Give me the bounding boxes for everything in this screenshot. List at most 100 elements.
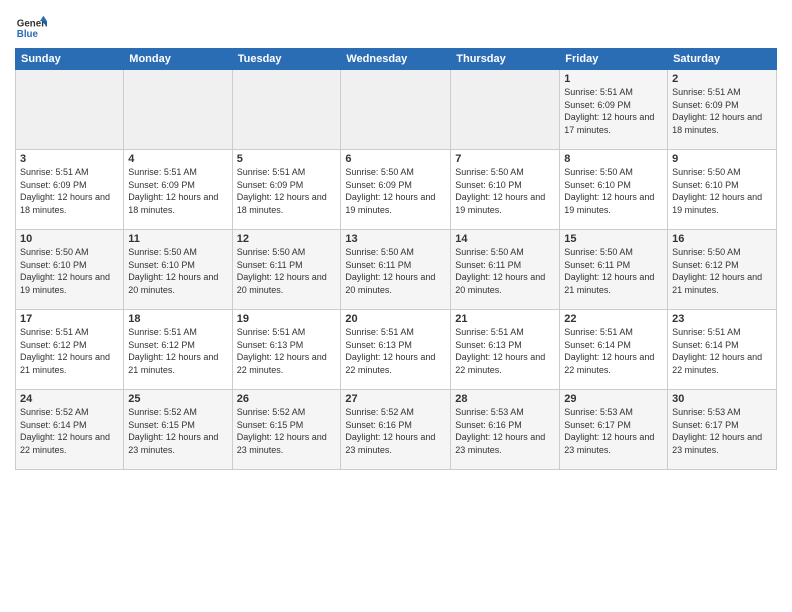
day-number: 20	[345, 313, 446, 325]
day-info: Sunrise: 5:52 AM Sunset: 6:14 PM Dayligh…	[20, 406, 119, 456]
day-info: Sunrise: 5:51 AM Sunset: 6:14 PM Dayligh…	[672, 326, 772, 376]
day-cell	[232, 70, 341, 150]
header-cell-wednesday: Wednesday	[341, 49, 451, 70]
day-cell: 3Sunrise: 5:51 AM Sunset: 6:09 PM Daylig…	[16, 150, 124, 230]
day-number: 14	[455, 233, 555, 245]
day-info: Sunrise: 5:51 AM Sunset: 6:13 PM Dayligh…	[455, 326, 555, 376]
day-number: 17	[20, 313, 119, 325]
day-number: 13	[345, 233, 446, 245]
day-number: 30	[672, 393, 772, 405]
day-number: 26	[237, 393, 337, 405]
week-row-2: 3Sunrise: 5:51 AM Sunset: 6:09 PM Daylig…	[16, 150, 777, 230]
day-number: 6	[345, 153, 446, 165]
week-row-4: 17Sunrise: 5:51 AM Sunset: 6:12 PM Dayli…	[16, 310, 777, 390]
day-cell: 1Sunrise: 5:51 AM Sunset: 6:09 PM Daylig…	[560, 70, 668, 150]
day-info: Sunrise: 5:53 AM Sunset: 6:17 PM Dayligh…	[564, 406, 663, 456]
day-info: Sunrise: 5:50 AM Sunset: 6:10 PM Dayligh…	[20, 246, 119, 296]
day-info: Sunrise: 5:51 AM Sunset: 6:09 PM Dayligh…	[20, 166, 119, 216]
day-number: 10	[20, 233, 119, 245]
day-number: 11	[128, 233, 227, 245]
day-info: Sunrise: 5:50 AM Sunset: 6:11 PM Dayligh…	[564, 246, 663, 296]
header-cell-sunday: Sunday	[16, 49, 124, 70]
day-info: Sunrise: 5:50 AM Sunset: 6:10 PM Dayligh…	[128, 246, 227, 296]
day-cell: 21Sunrise: 5:51 AM Sunset: 6:13 PM Dayli…	[451, 310, 560, 390]
day-cell: 11Sunrise: 5:50 AM Sunset: 6:10 PM Dayli…	[124, 230, 232, 310]
day-number: 12	[237, 233, 337, 245]
day-cell: 17Sunrise: 5:51 AM Sunset: 6:12 PM Dayli…	[16, 310, 124, 390]
header-cell-monday: Monday	[124, 49, 232, 70]
day-info: Sunrise: 5:50 AM Sunset: 6:10 PM Dayligh…	[564, 166, 663, 216]
day-cell: 5Sunrise: 5:51 AM Sunset: 6:09 PM Daylig…	[232, 150, 341, 230]
day-info: Sunrise: 5:50 AM Sunset: 6:09 PM Dayligh…	[345, 166, 446, 216]
day-number: 2	[672, 73, 772, 85]
day-number: 28	[455, 393, 555, 405]
header-cell-thursday: Thursday	[451, 49, 560, 70]
day-info: Sunrise: 5:50 AM Sunset: 6:10 PM Dayligh…	[455, 166, 555, 216]
day-cell: 2Sunrise: 5:51 AM Sunset: 6:09 PM Daylig…	[668, 70, 777, 150]
day-info: Sunrise: 5:51 AM Sunset: 6:09 PM Dayligh…	[672, 86, 772, 136]
header-cell-friday: Friday	[560, 49, 668, 70]
day-number: 29	[564, 393, 663, 405]
day-number: 1	[564, 73, 663, 85]
day-cell: 15Sunrise: 5:50 AM Sunset: 6:11 PM Dayli…	[560, 230, 668, 310]
day-cell: 19Sunrise: 5:51 AM Sunset: 6:13 PM Dayli…	[232, 310, 341, 390]
logo-icon: General Blue	[15, 14, 47, 46]
svg-text:Blue: Blue	[17, 29, 39, 40]
page: General Blue SundayMondayTuesdayWednesda…	[0, 0, 792, 480]
day-info: Sunrise: 5:53 AM Sunset: 6:17 PM Dayligh…	[672, 406, 772, 456]
day-number: 9	[672, 153, 772, 165]
day-info: Sunrise: 5:51 AM Sunset: 6:12 PM Dayligh…	[128, 326, 227, 376]
day-cell: 29Sunrise: 5:53 AM Sunset: 6:17 PM Dayli…	[560, 390, 668, 470]
day-info: Sunrise: 5:51 AM Sunset: 6:13 PM Dayligh…	[237, 326, 337, 376]
day-cell: 28Sunrise: 5:53 AM Sunset: 6:16 PM Dayli…	[451, 390, 560, 470]
day-number: 24	[20, 393, 119, 405]
day-cell: 16Sunrise: 5:50 AM Sunset: 6:12 PM Dayli…	[668, 230, 777, 310]
day-cell: 24Sunrise: 5:52 AM Sunset: 6:14 PM Dayli…	[16, 390, 124, 470]
day-info: Sunrise: 5:50 AM Sunset: 6:11 PM Dayligh…	[345, 246, 446, 296]
day-number: 8	[564, 153, 663, 165]
day-info: Sunrise: 5:50 AM Sunset: 6:11 PM Dayligh…	[455, 246, 555, 296]
day-cell	[124, 70, 232, 150]
day-info: Sunrise: 5:51 AM Sunset: 6:13 PM Dayligh…	[345, 326, 446, 376]
day-number: 16	[672, 233, 772, 245]
day-cell: 22Sunrise: 5:51 AM Sunset: 6:14 PM Dayli…	[560, 310, 668, 390]
day-cell: 26Sunrise: 5:52 AM Sunset: 6:15 PM Dayli…	[232, 390, 341, 470]
day-cell	[16, 70, 124, 150]
day-cell: 20Sunrise: 5:51 AM Sunset: 6:13 PM Dayli…	[341, 310, 451, 390]
day-info: Sunrise: 5:51 AM Sunset: 6:09 PM Dayligh…	[237, 166, 337, 216]
day-number: 27	[345, 393, 446, 405]
day-number: 5	[237, 153, 337, 165]
day-number: 18	[128, 313, 227, 325]
day-cell: 14Sunrise: 5:50 AM Sunset: 6:11 PM Dayli…	[451, 230, 560, 310]
day-cell: 10Sunrise: 5:50 AM Sunset: 6:10 PM Dayli…	[16, 230, 124, 310]
day-info: Sunrise: 5:51 AM Sunset: 6:09 PM Dayligh…	[564, 86, 663, 136]
day-cell: 4Sunrise: 5:51 AM Sunset: 6:09 PM Daylig…	[124, 150, 232, 230]
day-cell: 9Sunrise: 5:50 AM Sunset: 6:10 PM Daylig…	[668, 150, 777, 230]
day-info: Sunrise: 5:51 AM Sunset: 6:12 PM Dayligh…	[20, 326, 119, 376]
header-row: SundayMondayTuesdayWednesdayThursdayFrid…	[16, 49, 777, 70]
header: General Blue	[15, 10, 777, 46]
day-number: 7	[455, 153, 555, 165]
day-info: Sunrise: 5:50 AM Sunset: 6:10 PM Dayligh…	[672, 166, 772, 216]
day-number: 15	[564, 233, 663, 245]
day-info: Sunrise: 5:52 AM Sunset: 6:15 PM Dayligh…	[128, 406, 227, 456]
week-row-1: 1Sunrise: 5:51 AM Sunset: 6:09 PM Daylig…	[16, 70, 777, 150]
week-row-3: 10Sunrise: 5:50 AM Sunset: 6:10 PM Dayli…	[16, 230, 777, 310]
day-number: 25	[128, 393, 227, 405]
day-info: Sunrise: 5:52 AM Sunset: 6:16 PM Dayligh…	[345, 406, 446, 456]
day-number: 4	[128, 153, 227, 165]
day-cell: 27Sunrise: 5:52 AM Sunset: 6:16 PM Dayli…	[341, 390, 451, 470]
day-cell: 23Sunrise: 5:51 AM Sunset: 6:14 PM Dayli…	[668, 310, 777, 390]
calendar-table: SundayMondayTuesdayWednesdayThursdayFrid…	[15, 48, 777, 470]
day-cell: 8Sunrise: 5:50 AM Sunset: 6:10 PM Daylig…	[560, 150, 668, 230]
day-number: 3	[20, 153, 119, 165]
day-cell: 12Sunrise: 5:50 AM Sunset: 6:11 PM Dayli…	[232, 230, 341, 310]
week-row-5: 24Sunrise: 5:52 AM Sunset: 6:14 PM Dayli…	[16, 390, 777, 470]
day-number: 19	[237, 313, 337, 325]
header-cell-saturday: Saturday	[668, 49, 777, 70]
day-cell: 13Sunrise: 5:50 AM Sunset: 6:11 PM Dayli…	[341, 230, 451, 310]
day-info: Sunrise: 5:50 AM Sunset: 6:11 PM Dayligh…	[237, 246, 337, 296]
day-cell: 6Sunrise: 5:50 AM Sunset: 6:09 PM Daylig…	[341, 150, 451, 230]
day-cell: 18Sunrise: 5:51 AM Sunset: 6:12 PM Dayli…	[124, 310, 232, 390]
day-cell: 25Sunrise: 5:52 AM Sunset: 6:15 PM Dayli…	[124, 390, 232, 470]
